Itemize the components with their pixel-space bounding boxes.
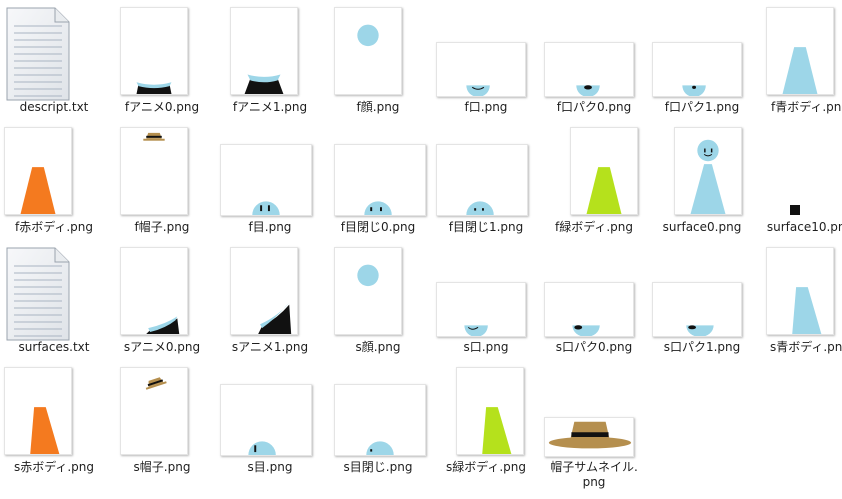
file-name: f緑ボディ.png (554, 220, 634, 234)
file-name: f目閉じ0.png (340, 220, 416, 234)
file-item[interactable]: s青ボディ.png (756, 240, 842, 360)
file-name: fアニメ0.png (124, 100, 200, 114)
file-grid: descript.txt fアニメ0.png fアニメ1.png f顔.png f口.p… (0, 0, 842, 499)
image-thumbnail (334, 247, 402, 335)
image-thumbnail (652, 42, 742, 97)
file-item[interactable]: surface0.png (648, 120, 756, 240)
image-thumbnail (334, 144, 426, 216)
file-name: descript.txt (19, 100, 89, 114)
image-thumbnail (544, 417, 634, 457)
file-name: s帽子.png (133, 460, 191, 474)
image-thumbnail (674, 127, 742, 215)
file-name: f青ボディ.png (770, 100, 842, 114)
file-name: f目閉じ1.png (448, 220, 524, 234)
image-thumbnail (220, 384, 312, 456)
file-name: s目閉じ.png (343, 460, 413, 474)
file-name: f目.png (248, 220, 292, 234)
file-name: s口パク1.png (663, 340, 741, 354)
image-thumbnail (766, 247, 834, 335)
file-name: 帽子サムネイル. png (550, 460, 638, 489)
file-item[interactable]: sアニメ1.png (216, 240, 324, 360)
file-item[interactable]: s顔.png (324, 240, 432, 360)
file-item[interactable]: sアニメ0.png (108, 240, 216, 360)
image-thumbnail (120, 127, 188, 215)
file-name: f口パク1.png (664, 100, 740, 114)
file-name: f赤ボディ.png (14, 220, 94, 234)
file-name: sアニメ1.png (231, 340, 309, 354)
image-thumbnail (4, 127, 72, 215)
file-name: s青ボディ.png (769, 340, 842, 354)
file-item[interactable]: s口パク1.png (648, 240, 756, 360)
file-name: s緑ボディ.png (445, 460, 527, 474)
file-item[interactable]: 帽子サムネイル. png (540, 360, 648, 489)
file-item[interactable]: descript.txt (0, 0, 108, 120)
file-item[interactable]: f口パク1.png (648, 0, 756, 120)
image-thumbnail (456, 367, 524, 455)
file-item[interactable]: s目閉じ.png (324, 360, 432, 480)
file-item[interactable]: s帽子.png (108, 360, 216, 480)
file-item[interactable]: s緑ボディ.png (432, 360, 540, 480)
file-name: f口.png (464, 100, 508, 114)
image-thumbnail (220, 144, 312, 216)
image-thumbnail (230, 247, 298, 335)
file-item[interactable]: fアニメ1.png (216, 0, 324, 120)
file-item[interactable]: f口パク0.png (540, 0, 648, 120)
image-thumbnail (120, 367, 188, 455)
file-item[interactable]: s赤ボディ.png (0, 360, 108, 480)
file-item[interactable]: fアニメ0.png (108, 0, 216, 120)
file-name: s顔.png (355, 340, 401, 354)
file-item[interactable]: s口パク0.png (540, 240, 648, 360)
file-item[interactable]: f帽子.png (108, 120, 216, 240)
file-item[interactable]: s目.png (216, 360, 324, 480)
image-thumbnail (544, 42, 634, 97)
file-name: surface10.png (766, 220, 842, 234)
file-item[interactable]: f青ボディ.png (756, 0, 842, 120)
image-thumbnail (120, 7, 188, 95)
image-thumbnail (436, 144, 528, 216)
image-thumbnail (766, 7, 834, 95)
file-name: f口パク0.png (556, 100, 632, 114)
file-name: fアニメ1.png (232, 100, 308, 114)
file-name: s口パク0.png (555, 340, 633, 354)
file-item[interactable]: f目.png (216, 120, 324, 240)
text-file-icon (5, 246, 71, 342)
file-name: sアニメ0.png (123, 340, 201, 354)
text-file-icon (5, 6, 71, 102)
file-name: s目.png (247, 460, 293, 474)
file-item[interactable]: f赤ボディ.png (0, 120, 108, 240)
file-item[interactable]: f目閉じ0.png (324, 120, 432, 240)
image-thumbnail (334, 7, 402, 95)
image-thumbnail (334, 384, 426, 456)
image-thumbnail (652, 282, 742, 337)
image-thumbnail (230, 7, 298, 95)
file-item[interactable]: f口.png (432, 0, 540, 120)
file-item[interactable]: surfaces.txt (0, 240, 108, 360)
file-name: surfaces.txt (18, 340, 90, 354)
image-thumbnail (4, 367, 72, 455)
surface-thumbnail (790, 205, 800, 215)
file-name: s赤ボディ.png (13, 460, 95, 474)
image-thumbnail (570, 127, 638, 215)
file-name: surface0.png (662, 220, 742, 234)
file-item[interactable]: s口.png (432, 240, 540, 360)
file-item[interactable]: f緑ボディ.png (540, 120, 648, 240)
file-item[interactable]: f目閉じ1.png (432, 120, 540, 240)
image-thumbnail (120, 247, 188, 335)
image-thumbnail (436, 42, 526, 97)
image-thumbnail (436, 282, 526, 337)
image-thumbnail (544, 282, 634, 337)
file-name: f帽子.png (134, 220, 190, 234)
file-name: s口.png (463, 340, 509, 354)
file-item[interactable]: f顔.png (324, 0, 432, 120)
file-item[interactable]: surface10.png (756, 120, 842, 240)
file-name: f顔.png (356, 100, 400, 114)
